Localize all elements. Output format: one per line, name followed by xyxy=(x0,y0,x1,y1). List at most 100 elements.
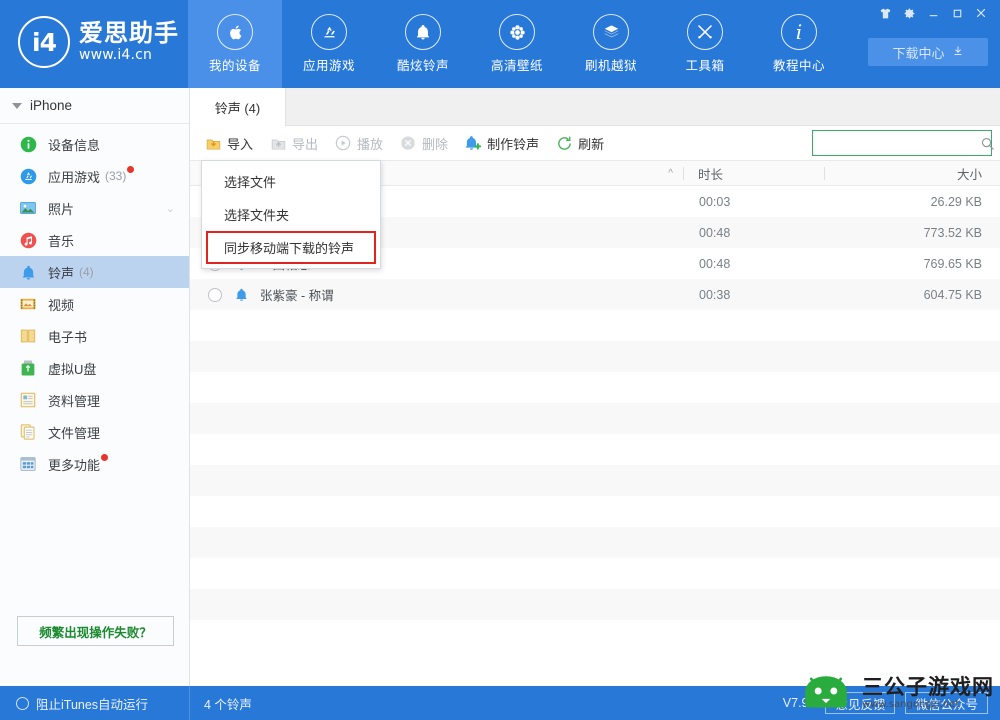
play-button: 播放 xyxy=(334,134,383,153)
table-row-empty xyxy=(190,434,1000,465)
search-icon[interactable] xyxy=(980,136,995,151)
sidebar-item-count: (4) xyxy=(79,265,94,279)
sidebar-item-device-info[interactable]: 设备信息 xyxy=(0,128,189,160)
video-icon xyxy=(18,294,38,314)
refresh-icon xyxy=(555,134,573,152)
music-icon xyxy=(18,230,38,250)
nav-my-device[interactable]: 我的设备 xyxy=(188,0,282,88)
menu-item-sync-mobile-ringtones[interactable]: 同步移动端下载的铃声 xyxy=(206,231,376,264)
table-row-empty xyxy=(190,496,1000,527)
itunes-block-label: 阻止iTunes自动运行 xyxy=(36,697,149,712)
table-row-empty xyxy=(190,341,1000,372)
table-row-empty xyxy=(190,465,1000,496)
radio-icon[interactable] xyxy=(16,696,29,710)
sidebar-item-file-manage[interactable]: 文件管理 xyxy=(0,416,189,448)
settings-gear-icon[interactable] xyxy=(898,3,920,23)
row-size-cell: 773.52 KB xyxy=(923,225,982,240)
brand-name: 爱思助手 xyxy=(79,19,179,47)
sidebar-item-ebooks[interactable]: 电子书 xyxy=(0,320,189,352)
brand-url: www.i4.cn xyxy=(79,47,153,64)
content-toolbar: 导入 导出 播放 删除 制作铃声 刷新 xyxy=(190,126,1000,160)
row-name-label: 张紫豪 - 称谓 xyxy=(260,289,334,303)
info-circle-icon xyxy=(18,134,38,154)
nav-tutorial-center[interactable]: i 教程中心 xyxy=(752,0,846,88)
sidebar-item-data-manage[interactable]: 资料管理 xyxy=(0,384,189,416)
flash-box-icon xyxy=(593,14,629,50)
sidebar-item-label: 文件管理 xyxy=(48,425,101,441)
nav-label: 工具箱 xyxy=(685,59,725,73)
apple-icon xyxy=(217,14,253,50)
sidebar-item-music[interactable]: 音乐 xyxy=(0,224,189,256)
nav-label: 刷机越狱 xyxy=(584,59,637,73)
toolbar-button-label: 删除 xyxy=(422,136,449,152)
nav-label: 教程中心 xyxy=(772,59,825,73)
close-icon[interactable] xyxy=(970,3,992,23)
sidebar-item-app-games[interactable]: 应用游戏 (33) xyxy=(0,160,189,192)
book-icon xyxy=(18,326,38,346)
chevron-down-icon[interactable]: ⌄ xyxy=(166,202,175,215)
row-duration-cell: 00:48 xyxy=(699,225,731,240)
itunes-block-toggle[interactable]: 阻止iTunes自动运行 xyxy=(0,686,190,720)
play-icon xyxy=(334,134,352,152)
photo-icon xyxy=(18,198,38,218)
watermark: 三公子游戏网 www.sangongzi.net xyxy=(798,671,994,716)
tab-ringtones[interactable]: 铃声 (4) xyxy=(190,88,286,126)
ringtone-count-label: 4 个铃声 xyxy=(204,697,252,712)
import-dropdown-menu: 选择文件 选择文件夹 同步移动端下载的铃声 xyxy=(201,160,381,269)
sort-ascending-icon[interactable]: ^ xyxy=(668,168,673,179)
appstore-circle-icon xyxy=(18,166,38,186)
table-row-empty xyxy=(190,527,1000,558)
column-header-duration[interactable]: 时长 xyxy=(684,160,824,186)
sidebar-item-photos[interactable]: 照片 ⌄ xyxy=(0,192,189,224)
download-icon xyxy=(952,45,964,60)
new-badge-dot xyxy=(101,454,109,461)
column-header-size[interactable]: 大小 xyxy=(825,160,1000,186)
import-button[interactable]: 导入 xyxy=(204,134,253,153)
search-box[interactable] xyxy=(812,130,995,156)
toolbar-button-label: 刷新 xyxy=(578,136,605,152)
row-checkbox[interactable] xyxy=(208,287,222,302)
file-manage-icon xyxy=(18,422,38,442)
main-content: 铃声 (4) 导入 导出 播放 删除 制作铃声 刷新 ^ 时长 大小 00:03… xyxy=(190,88,1000,686)
menu-item-label: 选择文件 xyxy=(224,175,277,190)
sidebar-item-label: 更多功能 xyxy=(48,457,101,473)
skin-icon[interactable] xyxy=(874,3,896,23)
table-row-empty xyxy=(190,403,1000,434)
sidebar-item-label: 铃声 xyxy=(48,265,75,281)
android-mascot-icon xyxy=(798,671,854,716)
delete-button: 删除 xyxy=(399,134,448,153)
sidebar-item-ringtones[interactable]: 铃声 (4) xyxy=(0,256,189,288)
device-header[interactable]: iPhone xyxy=(0,88,189,124)
refresh-button[interactable]: 刷新 xyxy=(555,134,604,153)
menu-item-select-file[interactable]: 选择文件 xyxy=(202,165,380,198)
nav-app-games[interactable]: 应用游戏 xyxy=(282,0,376,88)
sidebar-item-virtual-usb[interactable]: 虚拟U盘 xyxy=(0,352,189,384)
make-ringtone-button[interactable]: 制作铃声 xyxy=(464,134,539,153)
nav-toolbox[interactable]: 工具箱 xyxy=(658,0,752,88)
sidebar-item-more-features[interactable]: 更多功能 xyxy=(0,448,189,480)
nav-label: 酷炫铃声 xyxy=(396,59,449,73)
sidebar-item-videos[interactable]: 视频 xyxy=(0,288,189,320)
table-row[interactable]: 张紫豪 - 称谓 00:38 604.75 KB xyxy=(190,279,1000,310)
help-frequent-failure-button[interactable]: 频繁出现操作失败？ xyxy=(17,616,174,646)
watermark-title: 三公子游戏网 xyxy=(862,675,994,699)
column-header-size-label: 大小 xyxy=(956,167,982,182)
column-header-duration-label: 时长 xyxy=(698,167,724,182)
usb-icon xyxy=(18,358,38,378)
search-input[interactable] xyxy=(813,131,980,155)
toolbar-button-label: 制作铃声 xyxy=(487,136,540,152)
nav-flash-jailbreak[interactable]: 刷机越狱 xyxy=(564,0,658,88)
menu-item-select-folder[interactable]: 选择文件夹 xyxy=(202,198,380,231)
download-center-button[interactable]: 下载中心 xyxy=(868,38,988,66)
window-controls xyxy=(874,3,992,23)
delete-icon xyxy=(399,134,417,152)
sidebar-item-list: 设备信息 应用游戏 (33) 照片 ⌄ 音乐 铃声 (4) 视频 电子书 虚拟U… xyxy=(0,124,189,480)
maximize-icon[interactable] xyxy=(946,3,968,23)
nav-hd-wallpaper[interactable]: 高清壁纸 xyxy=(470,0,564,88)
row-size-cell: 769.65 KB xyxy=(923,256,982,271)
sidebar-item-label: 电子书 xyxy=(48,329,88,345)
top-navigation-bar: i4 爱思助手 www.i4.cn 我的设备 应用游戏 酷炫铃声 高清壁纸 刷机… xyxy=(0,0,1000,88)
more-features-icon xyxy=(18,454,38,474)
minimize-icon[interactable] xyxy=(922,3,944,23)
nav-cool-ringtones[interactable]: 酷炫铃声 xyxy=(376,0,470,88)
